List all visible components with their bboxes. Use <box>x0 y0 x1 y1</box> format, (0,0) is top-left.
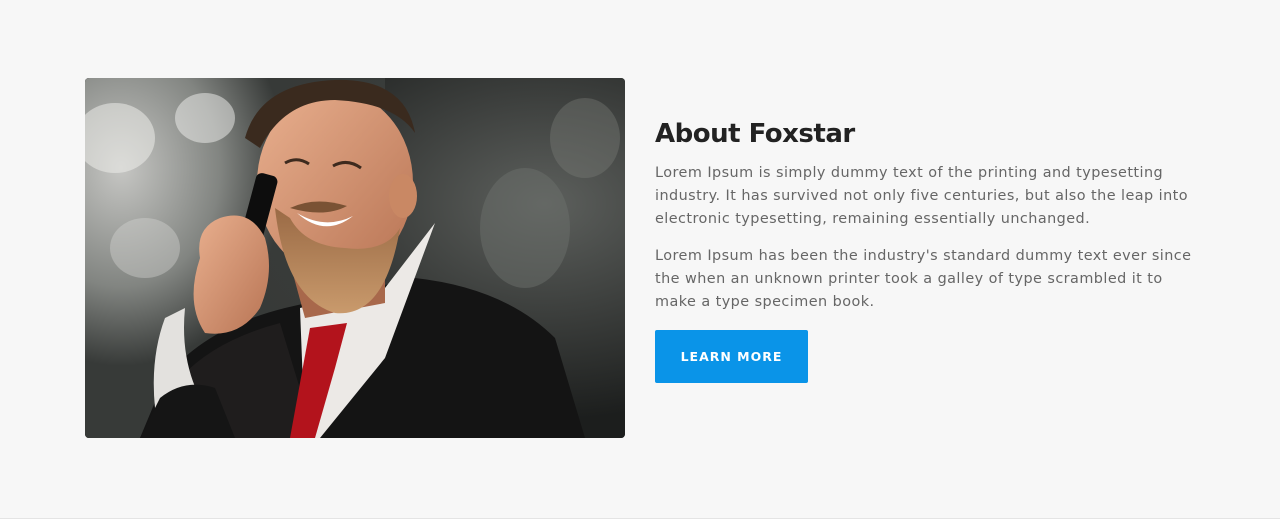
about-title: About Foxstar <box>655 119 855 149</box>
learn-more-button[interactable]: LEARN MORE <box>655 330 808 383</box>
about-content: About Foxstar Lorem Ipsum is simply dumm… <box>655 116 1200 383</box>
about-section: About Foxstar Lorem Ipsum is simply dumm… <box>0 0 1280 519</box>
about-paragraph-1: Lorem Ipsum is simply dummy text of the … <box>655 165 1189 227</box>
about-paragraph-2: Lorem Ipsum has been the industry's stan… <box>655 248 1192 310</box>
about-photo <box>85 78 625 438</box>
